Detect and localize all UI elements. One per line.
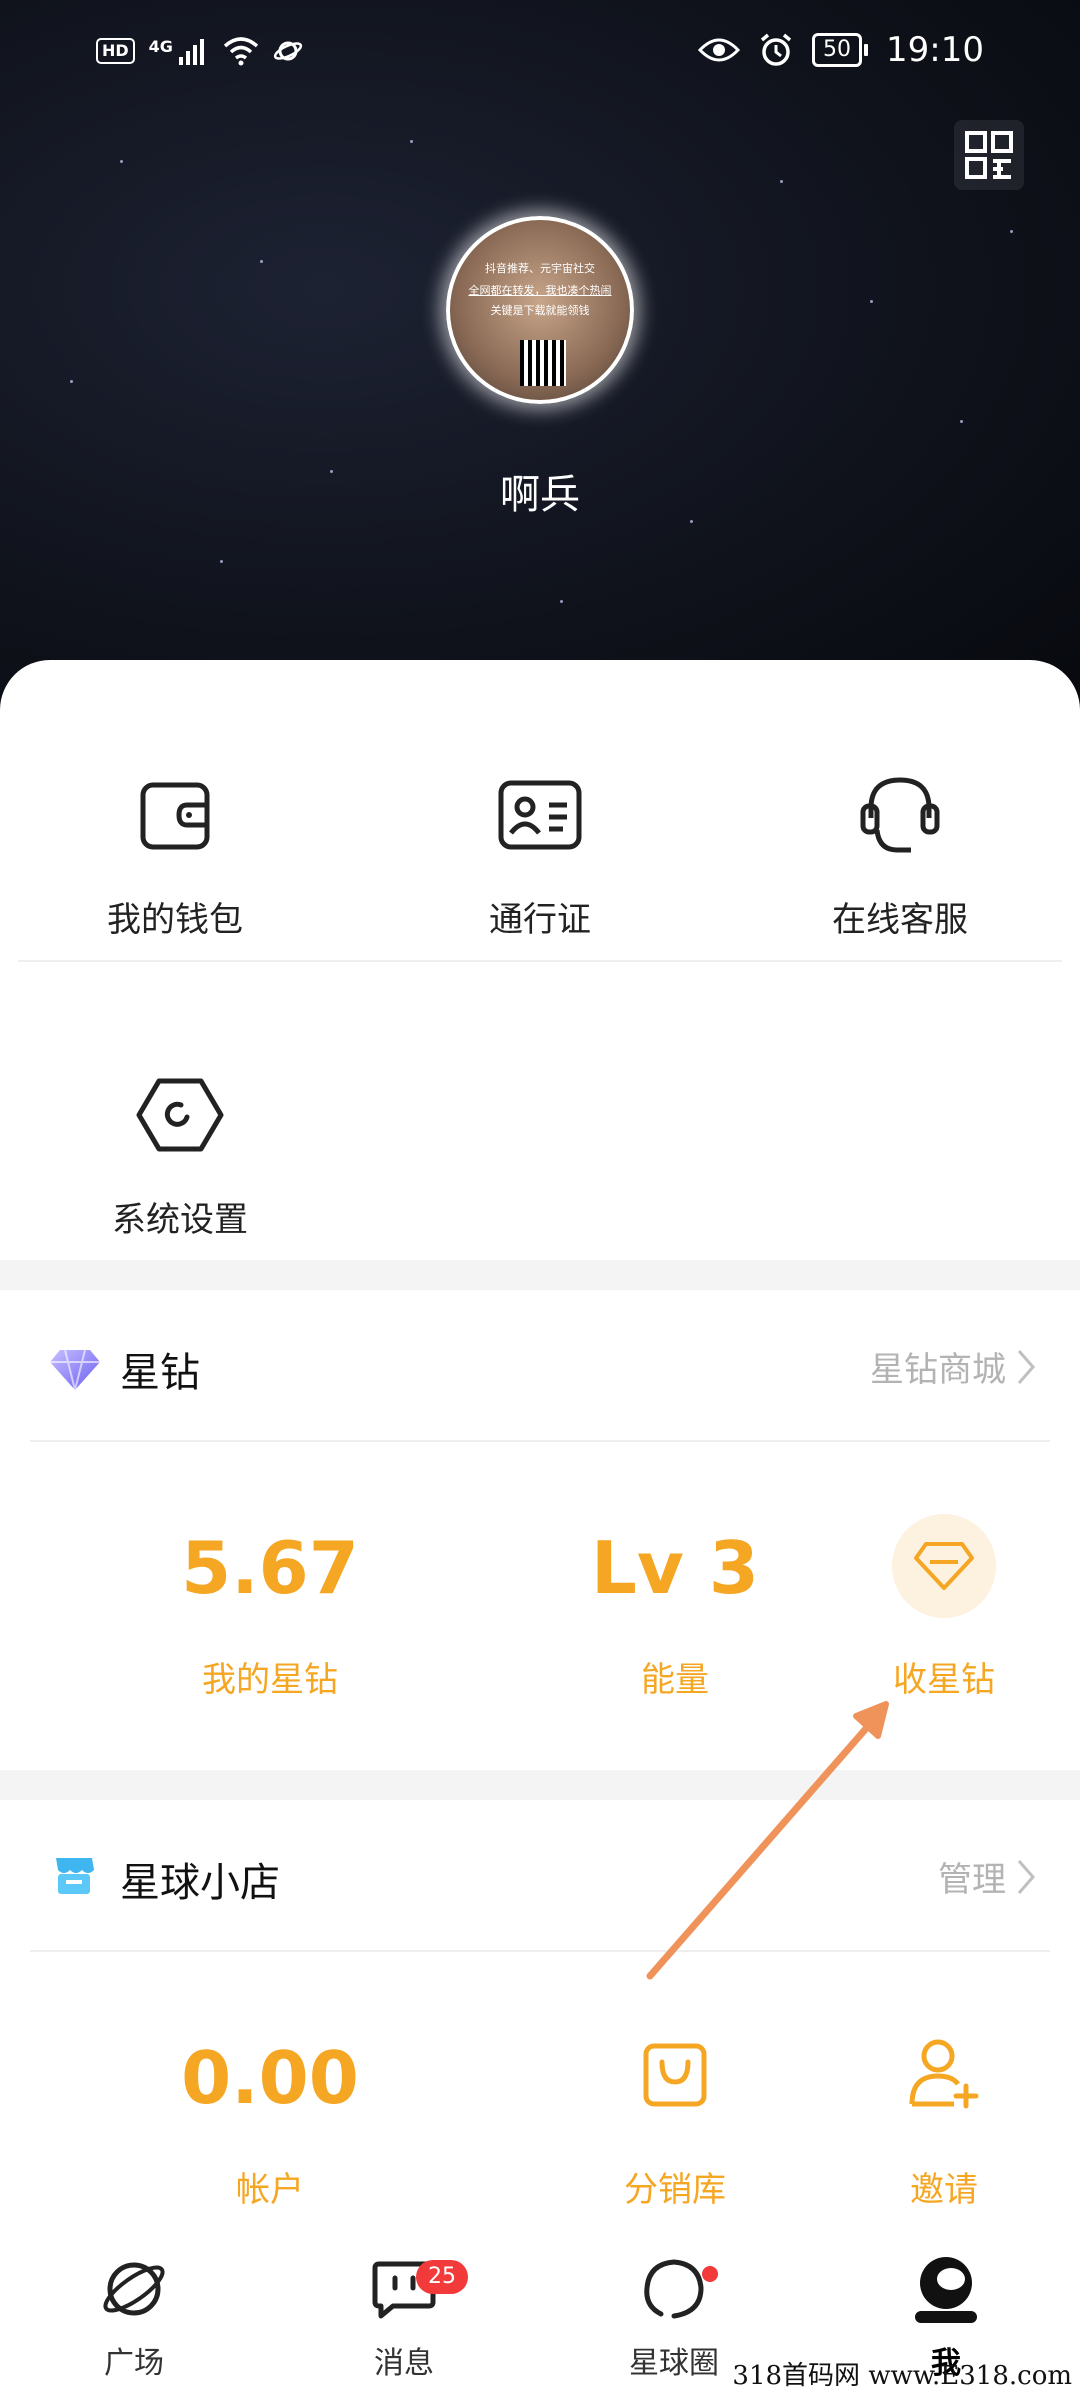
notification-dot xyxy=(702,2266,718,2282)
watermark: 318首码网 www.E318.com xyxy=(732,2361,1072,2391)
planet-icon xyxy=(103,2262,165,2316)
messages-badge: 25 xyxy=(416,2260,468,2294)
tab-plaza-label: 广场 xyxy=(104,2346,164,2381)
tab-plaza[interactable]: 广场 xyxy=(34,2230,234,2382)
astronaut-icon xyxy=(915,2257,977,2323)
circle-chat-icon xyxy=(644,2259,704,2319)
tab-messages[interactable]: 消息 25 xyxy=(304,2230,504,2382)
tab-messages-label: 消息 xyxy=(374,2346,434,2381)
annotation-arrow xyxy=(646,1701,889,1980)
